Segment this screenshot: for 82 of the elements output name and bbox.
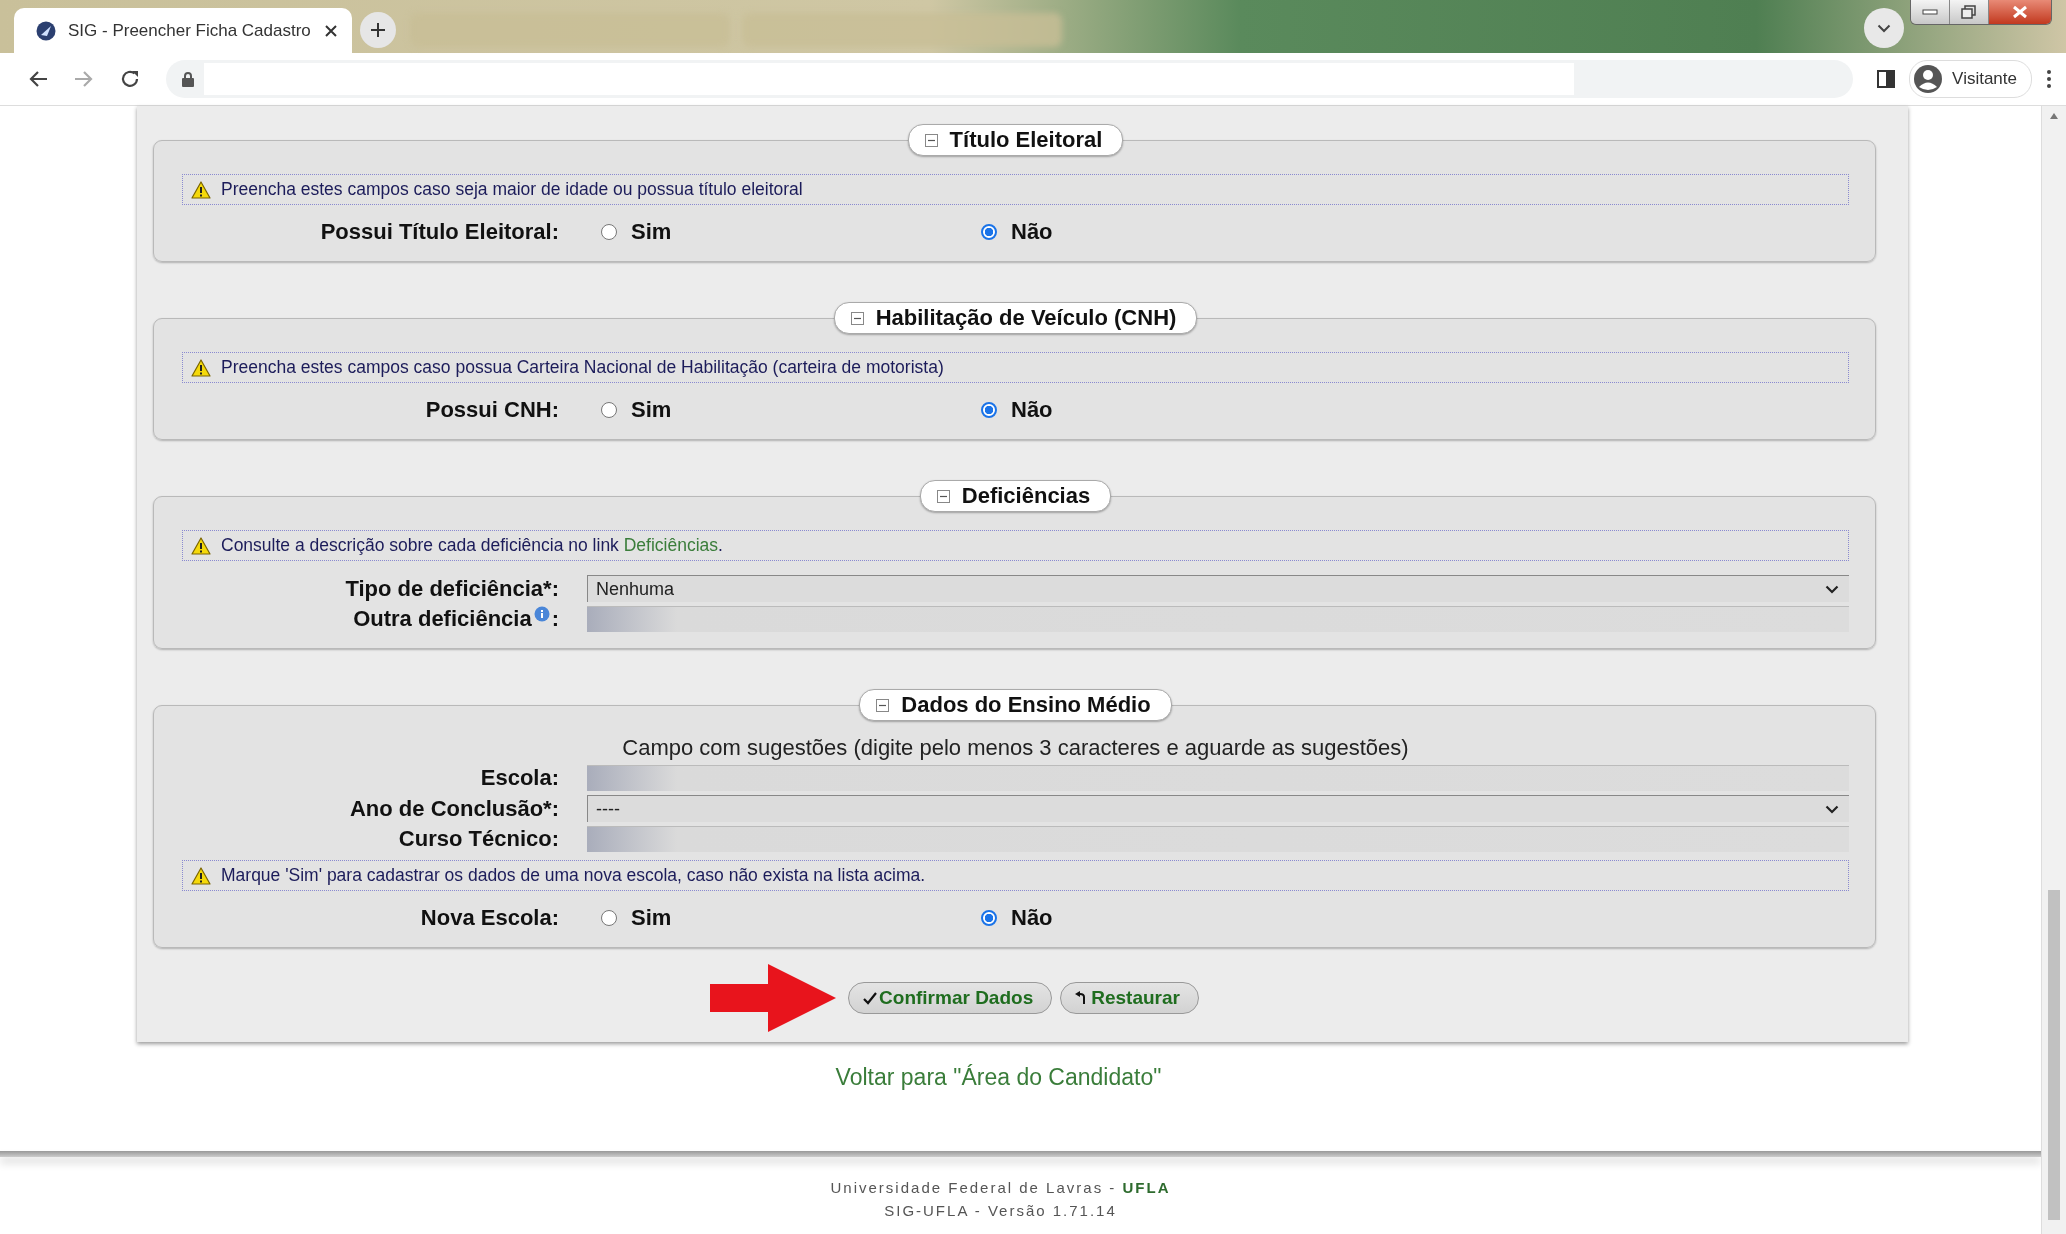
option-label: Sim	[631, 219, 672, 245]
tab-search-button[interactable]	[1864, 8, 1904, 48]
collapse-icon[interactable]	[876, 698, 890, 712]
option-label: Não	[1011, 397, 1053, 423]
section-title: Título Eleitoral	[949, 127, 1103, 153]
text-field[interactable]	[587, 765, 1849, 791]
profile-button[interactable]: Visitante	[1909, 60, 2032, 98]
scroll-up-icon[interactable]	[2049, 112, 2059, 120]
section-title: Deficiências	[961, 483, 1091, 509]
dropdown[interactable]: Nenhuma	[587, 575, 1849, 602]
text-field[interactable]	[587, 826, 1849, 852]
reset-button[interactable]: Restaurar	[1060, 982, 1199, 1014]
restore-icon	[1961, 5, 1977, 19]
section-title: Dados do Ensino Médio	[901, 692, 1151, 718]
radio-button[interactable]	[981, 402, 997, 418]
dropdown[interactable]: ----	[587, 795, 1849, 822]
scroll-thumb[interactable]	[2048, 890, 2060, 1220]
notice-text: Preencha estes campos caso possua Carteira Nacional de Habilitação (carteira de motorista)	[221, 357, 944, 378]
side-panel-icon[interactable]	[1877, 70, 1896, 88]
option-label: Sim	[631, 397, 672, 423]
radio-button[interactable]	[981, 224, 997, 240]
text-field[interactable]	[587, 606, 1849, 632]
close-icon[interactable]	[324, 23, 338, 38]
check-icon	[863, 991, 878, 1005]
back-link[interactable]: Voltar para "Área do Candidato"	[835, 1064, 1162, 1091]
confirm-button[interactable]: Confirmar Dados	[848, 982, 1053, 1014]
avatar-icon	[1914, 65, 1943, 93]
section-header[interactable]: Habilitação de Veículo (CNH)	[833, 302, 1198, 334]
field-label: Possui CNH:	[424, 397, 559, 423]
section-header[interactable]: Deficiências	[919, 480, 1112, 512]
close-button[interactable]	[1989, 0, 2051, 24]
option-label: Sim	[631, 905, 672, 931]
reload-icon	[120, 69, 140, 89]
collapse-icon[interactable]	[924, 133, 938, 147]
footer-text: Universidade Federal de Lavras - UFLA	[830, 1179, 1171, 1196]
field-label: Escola:	[479, 765, 559, 791]
label-colon: :	[551, 606, 559, 632]
warning-icon	[191, 358, 211, 377]
section-header[interactable]: Dados do Ensino Médio	[859, 689, 1172, 721]
option-label: Não	[1011, 905, 1053, 931]
radio-button[interactable]	[981, 910, 997, 926]
info-icon[interactable]	[533, 606, 550, 622]
back-icon	[28, 70, 48, 88]
chevron-icon	[1825, 584, 1839, 594]
scrollbar[interactable]	[2041, 106, 2066, 1234]
radio-button[interactable]	[601, 224, 617, 240]
chevron-icon	[1825, 804, 1839, 814]
tab-title: SIG - Preencher Ficha Cadastro	[68, 20, 312, 41]
warning-icon	[191, 866, 211, 885]
field-label: Curso Técnico:	[397, 826, 559, 852]
warning-icon	[191, 536, 211, 555]
warning-icon	[191, 180, 211, 199]
field-label: Outra deficiência	[353, 606, 532, 632]
notice-text: Preencha estes campos caso seja maior de idade ou possua título eleitoral	[221, 179, 803, 200]
option-label: Não	[1011, 219, 1053, 245]
hint-text: Campo com sugestões (digite pelo menos 3 caracteres e aguarde as sugestões)	[621, 735, 1410, 761]
radio-button[interactable]	[601, 910, 617, 926]
footer-text: SIG-UFLA - Versão 1.71.14	[884, 1202, 1117, 1219]
close-icon	[2012, 5, 2028, 19]
notice-text: Marque 'Sim' para cadastrar os dados de uma nova escola, caso não exista na lista acima.	[221, 865, 926, 886]
collapse-icon[interactable]	[850, 311, 864, 325]
radio-button[interactable]	[601, 402, 617, 418]
collapse-icon[interactable]	[936, 489, 950, 503]
field-label: Ano de Conclusão*:	[349, 795, 559, 822]
restore-button[interactable]	[1950, 0, 1989, 24]
field-label: Nova Escola:	[419, 905, 559, 931]
plus-icon	[370, 22, 386, 38]
site-icon	[36, 20, 56, 41]
browser-tab[interactable]: SIG - Preencher Ficha Cadastro	[14, 8, 352, 53]
chevron-icon	[1877, 23, 1891, 33]
lock-icon	[182, 71, 194, 87]
minimize-icon	[1922, 9, 1938, 15]
new-tab-button[interactable]	[360, 12, 396, 48]
link[interactable]: Deficiências	[623, 535, 719, 555]
field-label: Tipo de deficiência*:	[344, 575, 559, 602]
field-label: Possui Título Eleitoral:	[319, 219, 559, 245]
minimize-button[interactable]	[1911, 0, 1950, 24]
notice-text: Consulte a descrição sobre cada deficiência no link Deficiências.	[221, 535, 723, 556]
section-header[interactable]: Título Eleitoral	[907, 124, 1124, 156]
section-title: Habilitação de Veículo (CNH)	[875, 305, 1177, 331]
forward-icon	[74, 70, 94, 88]
menu-icon[interactable]	[2046, 69, 2052, 89]
